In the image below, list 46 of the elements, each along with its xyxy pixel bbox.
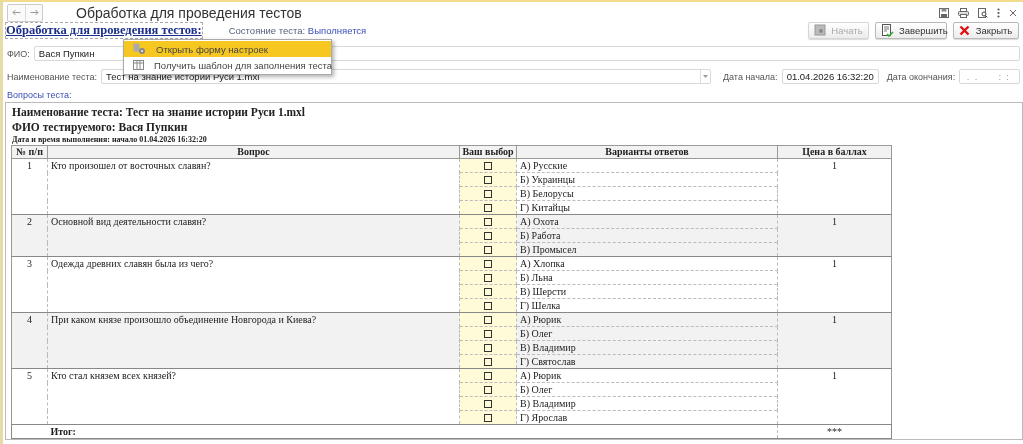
start-date-field[interactable]: 01.04.2026 16:32:20 (781, 69, 879, 84)
menu-item[interactable]: Открыть форму настроек (124, 41, 331, 57)
table-cell: 1 (777, 214, 892, 257)
answer-cell: А) Рюрик (516, 368, 778, 383)
field-label: ФИО: (7, 48, 30, 59)
report-person: ФИО тестируемого: Вася Пупкин (12, 120, 189, 135)
column-header: Вопрос (47, 145, 460, 159)
answer-cell: В) Промысел (516, 242, 778, 257)
table-cell: 4 (11, 312, 48, 369)
finish-button[interactable]: Завершить (875, 21, 947, 39)
column-header: Варианты ответов (516, 145, 778, 159)
question-cell: Основной вид деятельности славян? (47, 214, 460, 257)
table-cell: 1 (777, 368, 892, 425)
report-date: Дата и время выполнения: начало 01.04.2026 16:32:20 (12, 135, 208, 145)
answer-cell: Б) Олег (516, 326, 778, 341)
question-cell: При каком князе произошло объединение Новгорода и Киева? (47, 312, 460, 369)
window-title: Обработка для проведения тестов (76, 4, 303, 21)
table-cell: 2 (11, 214, 48, 257)
column-header: № п/п (11, 145, 48, 159)
questions-label: Вопросы теста: (6, 89, 73, 102)
table-cell: 1 (777, 256, 892, 313)
test-state: Состояние теста: Выполняется (228, 24, 368, 36)
close-button[interactable]: Закрыть (953, 21, 1019, 39)
answer-cell: Б) Работа (516, 228, 778, 243)
field-label: Дата начала: (722, 71, 778, 82)
table-cell: 3 (11, 256, 48, 313)
form-title-link[interactable]: Обработка для проведения тестов: (6, 22, 202, 38)
answer-cell: А) Русские (516, 158, 778, 173)
table-cell: 5 (11, 368, 48, 425)
table-cell: 1 (777, 158, 892, 215)
report-title: Наименование теста: Тест на знание истории Руси 1.mxl (12, 105, 307, 120)
table-cell: 1 (777, 312, 892, 369)
question-cell: Кто произошел от восточных славян? (47, 158, 460, 215)
table-cell: 1 (11, 158, 48, 215)
answer-cell: Г) Китайцы (516, 200, 778, 215)
field-label: Наименование теста: (7, 71, 97, 82)
column-header: Ваш выбор (459, 145, 517, 159)
question-cell: Одежда древних славян была из чего? (47, 256, 460, 313)
question-cell: Кто стал князем всех князей? (47, 368, 460, 425)
field-label: Дата окончания: (886, 71, 956, 82)
answer-cell: В) Владимир (516, 340, 778, 355)
table-cell: *** (777, 424, 892, 439)
total-label: Итог: (50, 426, 76, 437)
answer-cell: А) Хлопка (516, 256, 778, 271)
column-header: Цена в баллах (777, 145, 892, 159)
end-date-field[interactable]: . . : : (959, 69, 1020, 84)
